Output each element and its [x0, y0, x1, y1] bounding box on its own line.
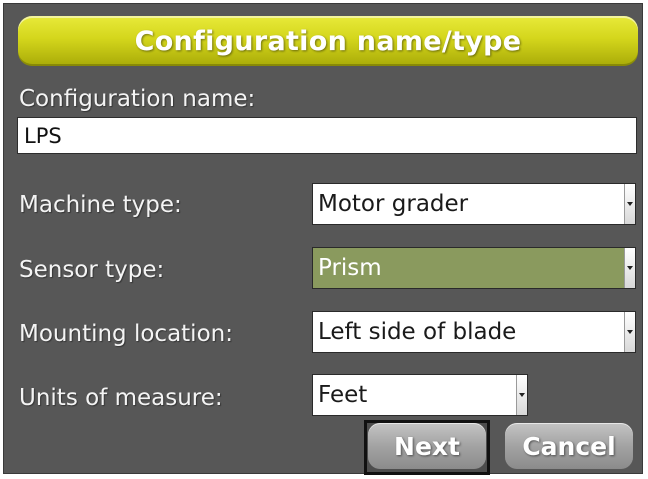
mounting-location-value: Left side of blade	[318, 319, 517, 345]
mounting-location-select[interactable]: Left side of blade	[312, 311, 636, 353]
sensor-type-value: Prism	[318, 255, 382, 281]
dropdown-arrow-icon[interactable]	[624, 184, 635, 224]
config-name-label: Configuration name:	[19, 86, 256, 112]
dialog-panel: Configuration name/type Configuration na…	[3, 3, 643, 474]
units-value: Feet	[318, 382, 368, 408]
config-name-input[interactable]	[17, 117, 637, 154]
cancel-button[interactable]: Cancel	[505, 423, 633, 469]
title-bar: Configuration name/type	[18, 16, 638, 66]
mounting-location-label: Mounting location:	[19, 321, 233, 347]
sensor-type-select[interactable]: Prism	[312, 247, 636, 289]
units-label: Units of measure:	[19, 385, 223, 411]
dropdown-arrow-icon[interactable]	[516, 375, 527, 415]
machine-type-select[interactable]: Motor grader	[312, 183, 636, 225]
sensor-type-label: Sensor type:	[19, 257, 165, 283]
units-select[interactable]: Feet	[312, 374, 528, 416]
dropdown-arrow-icon[interactable]	[624, 312, 635, 352]
dropdown-arrow-icon[interactable]	[624, 248, 635, 288]
next-button[interactable]: Next	[368, 423, 486, 469]
machine-type-label: Machine type:	[19, 192, 182, 218]
machine-type-value: Motor grader	[318, 191, 469, 217]
dialog-title: Configuration name/type	[134, 25, 522, 57]
